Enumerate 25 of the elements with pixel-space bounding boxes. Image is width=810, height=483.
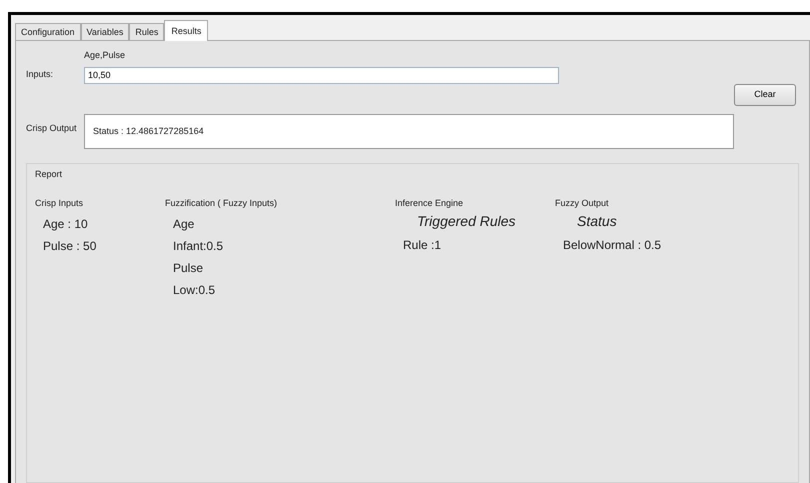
tab[interactable]: Results — [164, 20, 208, 41]
report-value: Age — [173, 216, 194, 230]
column-heading: Fuzzification ( Fuzzy Inputs) — [165, 197, 278, 210]
report-value: Rule :1 — [403, 238, 442, 252]
group-title: Report — [35, 168, 62, 181]
column-heading: Inference Engine — [395, 197, 464, 210]
report-value: Infant:0.5 — [173, 238, 224, 252]
report-value: Pulse — [173, 260, 204, 274]
field-label: Inputs: — [26, 68, 54, 82]
column-heading: Crisp Inputs — [35, 197, 84, 210]
input-field[interactable]: 10,50 — [84, 66, 559, 84]
section-title: Status — [577, 212, 617, 228]
tab[interactable]: Variables — [80, 23, 130, 40]
field-label: Crisp Output — [26, 122, 78, 135]
tab[interactable]: Rules — [129, 23, 164, 40]
field-hint: Age,Pulse — [84, 50, 126, 60]
report-value: Pulse : 50 — [43, 238, 96, 252]
report-value: Low:0.5 — [173, 282, 216, 296]
section-title: Triggered Rules — [417, 212, 516, 228]
report-value: BelowNormal : 0.5 — [563, 238, 662, 252]
output-box: Status : 12.4861727285164 — [84, 114, 734, 148]
tab[interactable]: Configuration — [15, 23, 81, 40]
report-value: Age : 10 — [43, 216, 88, 230]
clear-button[interactable]: Clear — [734, 84, 796, 106]
column-heading: Fuzzy Output — [555, 197, 610, 210]
